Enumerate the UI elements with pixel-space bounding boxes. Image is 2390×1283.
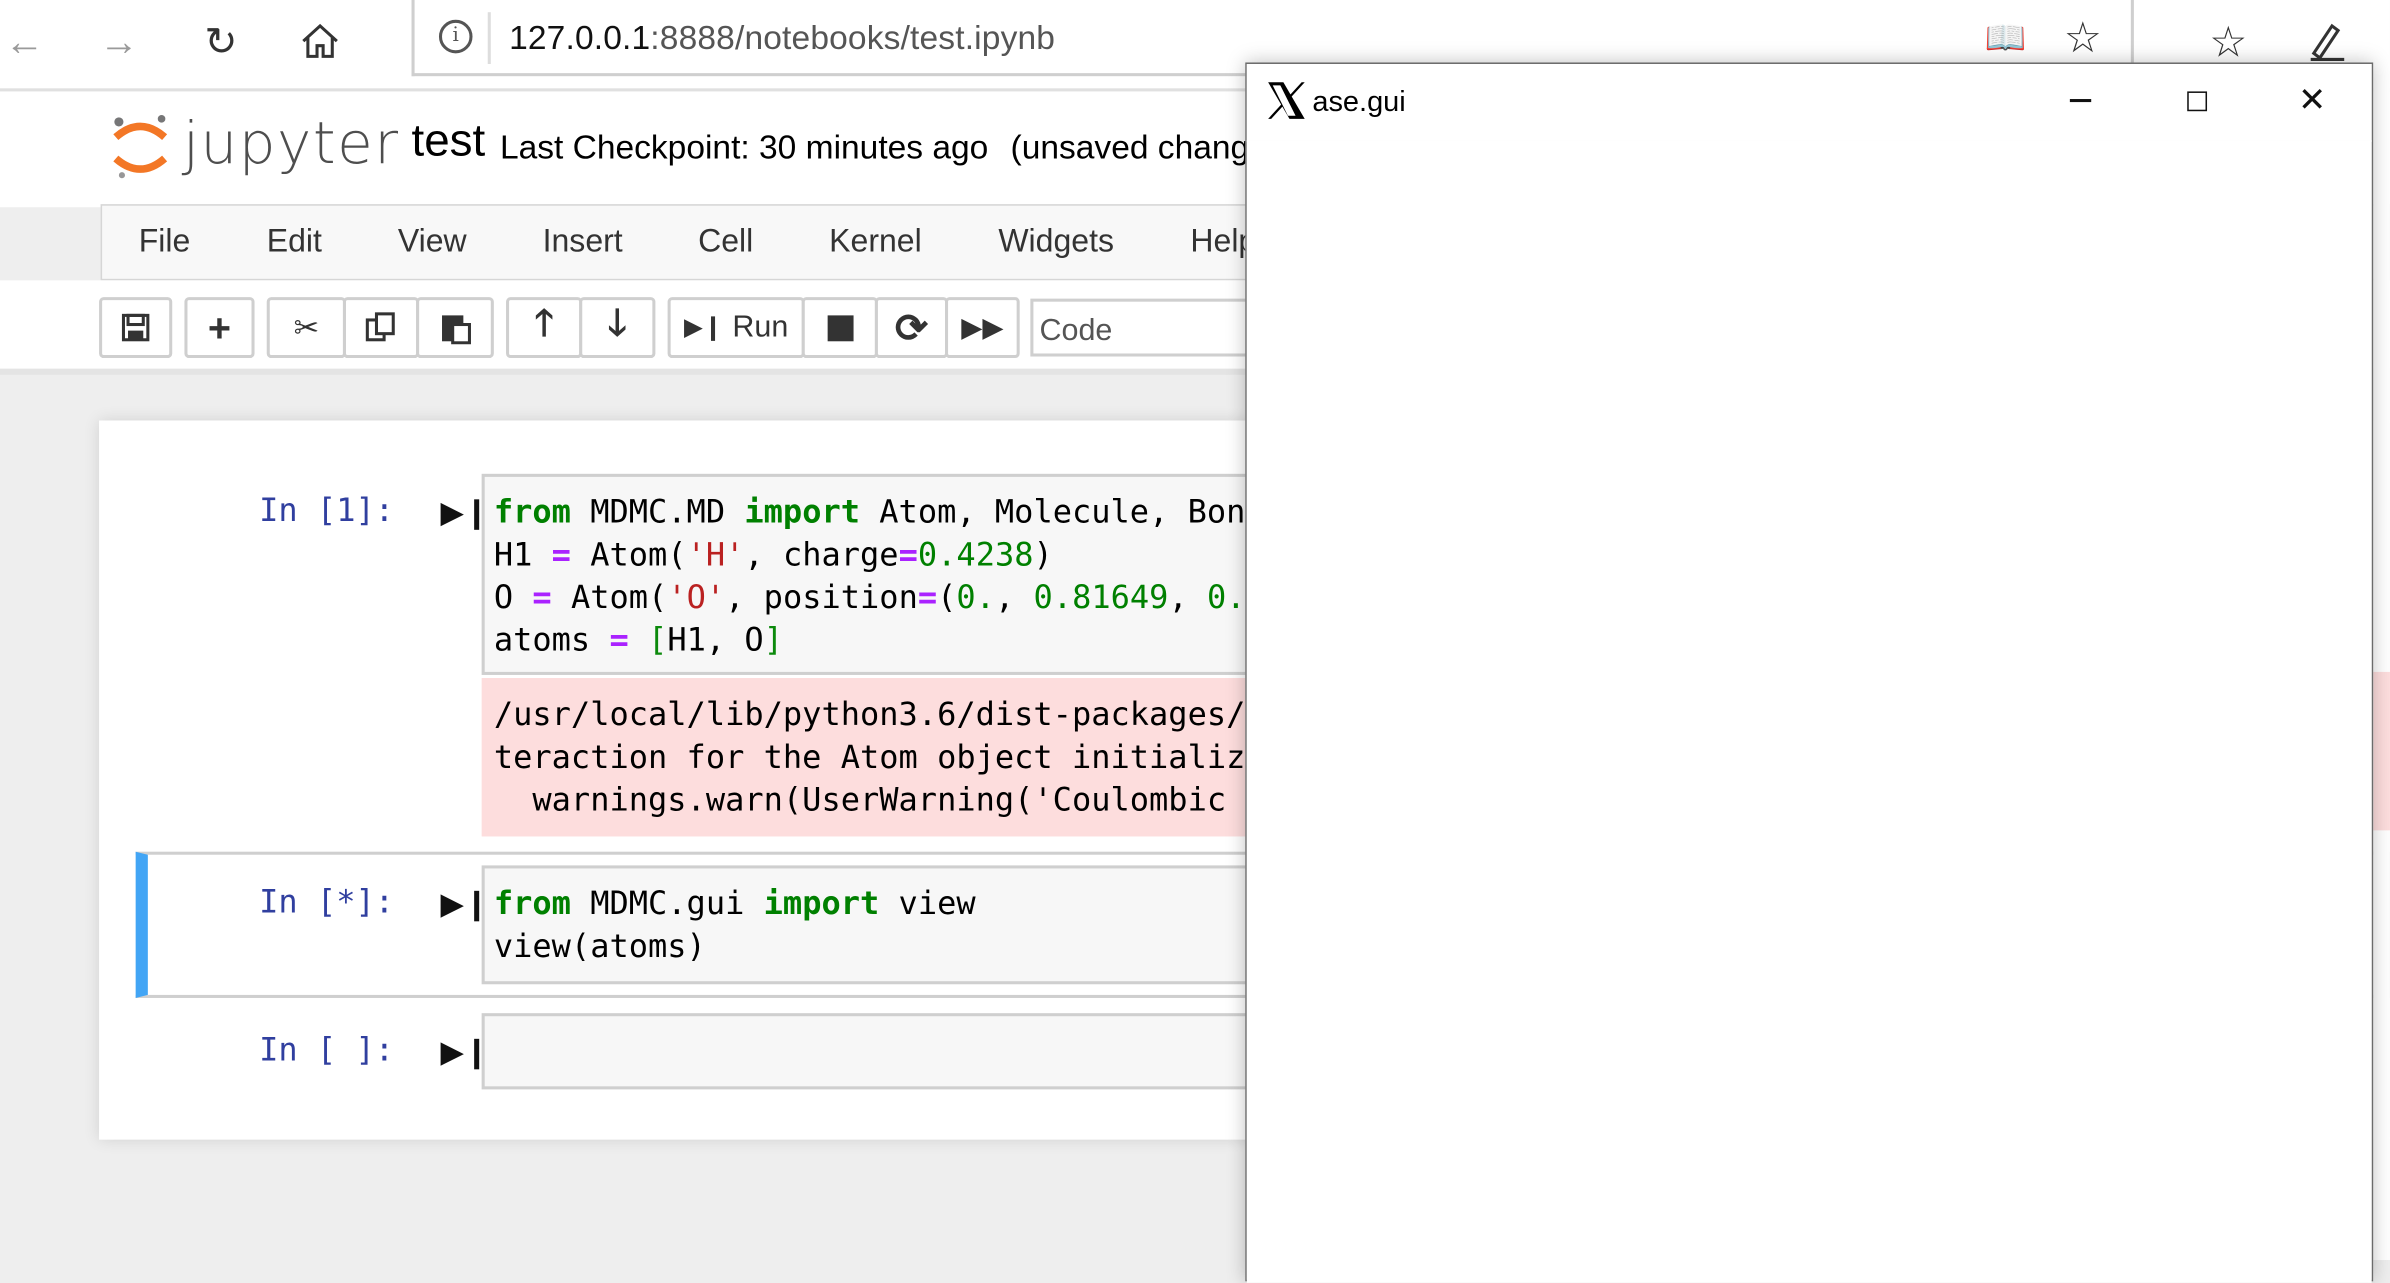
notebook-name[interactable]: test	[412, 116, 486, 168]
minimize-button[interactable]	[2023, 64, 2139, 137]
cell-2-code[interactable]: from MDMC.gui import view view(atoms)	[494, 882, 976, 967]
favorite-star-icon[interactable]: ☆	[2064, 12, 2102, 62]
menu-cell[interactable]: Cell	[698, 224, 753, 261]
background-stderr-edge	[2373, 671, 2390, 831]
back-icon[interactable]: ←	[0, 12, 55, 70]
save-button[interactable]	[99, 297, 173, 359]
arrow-down-icon: 🡓	[607, 302, 627, 344]
move-down-button[interactable]: 🡓	[579, 297, 656, 359]
cell-3-prompt: In [ ]:	[259, 1031, 395, 1069]
cell-1-code[interactable]: from MDMC.MD import Atom, Molecule, Bon …	[494, 491, 1246, 662]
interrupt-button[interactable]	[801, 297, 878, 359]
maximize-icon	[2186, 90, 2207, 111]
reading-view-icon[interactable]: 📖	[1985, 18, 2027, 58]
step-forward-icon: ▶❙	[684, 315, 724, 342]
paste-icon	[441, 315, 471, 345]
pen-icon[interactable]	[2295, 12, 2356, 70]
ase-gui-window[interactable]: ase.gui ✕	[1245, 62, 2374, 1283]
checkpoint-status: Last Checkpoint: 30 minutes ago	[499, 127, 989, 167]
maximize-button[interactable]	[2138, 64, 2254, 137]
background-page-edge	[2373, 62, 2390, 1261]
jupyter-logo-icon[interactable]	[110, 113, 171, 191]
home-icon[interactable]	[290, 12, 351, 70]
unsaved-changes-status: (unsaved chang	[1010, 127, 1250, 167]
redo-icon: ⟳	[894, 303, 929, 350]
menu-view[interactable]: View	[398, 224, 467, 261]
stop-icon	[826, 314, 853, 341]
arrow-up-icon: 🡑	[534, 302, 554, 344]
menu-kernel[interactable]: Kernel	[829, 224, 922, 261]
jupyter-logo-text[interactable]: jupyter	[183, 110, 400, 177]
run-button[interactable]: ▶❙ Run	[667, 297, 805, 359]
cell-1-prompt: In [1]:	[259, 492, 395, 529]
favorites-list-icon[interactable]: ☆	[2198, 12, 2259, 70]
refresh-icon[interactable]: ↻	[191, 12, 252, 70]
menu-insert[interactable]: Insert	[543, 224, 623, 261]
ase-titlebar[interactable]: ase.gui ✕	[1246, 63, 2372, 142]
insert-cell-button[interactable]: +	[184, 297, 255, 359]
fast-forward-icon: ▶▶	[961, 311, 1004, 343]
ase-canvas[interactable]	[1246, 140, 2372, 1283]
paste-button[interactable]	[416, 297, 494, 359]
menu-widgets[interactable]: Widgets	[998, 224, 1114, 261]
move-up-button[interactable]: 🡑	[506, 297, 583, 359]
restart-button[interactable]: ⟳	[874, 297, 949, 359]
save-icon	[121, 313, 150, 342]
cut-button[interactable]: ✂	[266, 297, 346, 359]
menu-edit[interactable]: Edit	[267, 224, 322, 261]
run-label: Run	[732, 310, 789, 344]
cell-type-select[interactable]: Code	[1030, 298, 1259, 357]
close-icon: ✕	[2298, 80, 2327, 119]
scissors-icon: ✂	[293, 311, 320, 346]
menu-file[interactable]: File	[139, 224, 191, 261]
cell-2-prompt: In [*]:	[259, 883, 395, 921]
x11-logo-icon	[1265, 79, 1308, 129]
site-info-icon[interactable]: i	[438, 19, 473, 54]
plus-icon: +	[207, 303, 232, 350]
minimize-icon	[2069, 99, 2092, 102]
ase-window-title: ase.gui	[1312, 86, 1406, 119]
forward-icon[interactable]: →	[88, 12, 149, 70]
url-text[interactable]: 127.0.0.1:8888/notebooks/test.ipynb	[509, 18, 1055, 58]
copy-icon	[365, 312, 395, 342]
restart-run-all-button[interactable]: ▶▶	[945, 297, 1020, 359]
address-divider	[487, 12, 491, 64]
copy-button[interactable]	[342, 297, 420, 359]
close-button[interactable]: ✕	[2254, 64, 2370, 137]
